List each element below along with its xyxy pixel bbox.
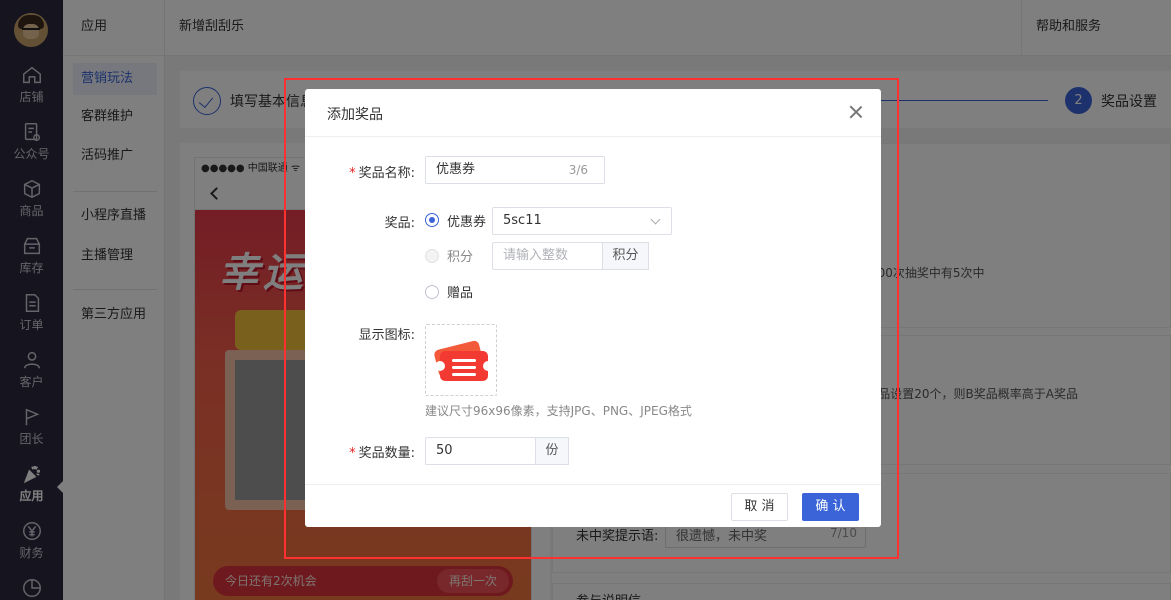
points-unit: 积分 <box>602 242 649 270</box>
dialog-title: 添加奖品 <box>327 107 383 123</box>
prize-name-counter: 3/6 <box>568 163 588 177</box>
radio-points-label[interactable]: 积分 <box>447 246 473 265</box>
cancel-button[interactable]: 取 消 <box>731 493 788 521</box>
prize-name-input[interactable]: 优惠券 3/6 <box>425 156 605 184</box>
icon-size-hint: 建议尺寸96x96像素，支持JPG、PNG、JPEG格式 <box>425 404 692 418</box>
prize-name-label: * 奖品名称: <box>349 166 415 181</box>
radio-coupon-label[interactable]: 优惠券 <box>447 211 486 230</box>
prize-type-label: 奖品: <box>384 216 415 231</box>
quantity-unit: 份 <box>535 437 569 465</box>
radio-gift-label[interactable]: 赠品 <box>447 282 473 301</box>
quantity-input[interactable]: 50 <box>425 437 536 465</box>
coupon-ticket-icon <box>434 340 493 381</box>
icon-field-label: 显示图标: <box>358 328 415 343</box>
dialog-footer: 取 消 确 认 <box>305 484 881 527</box>
chevron-down-icon <box>650 214 661 225</box>
close-icon[interactable] <box>849 105 863 119</box>
points-input[interactable]: 请输入整数 <box>492 242 603 270</box>
confirm-button[interactable]: 确 认 <box>802 493 859 521</box>
radio-gift[interactable] <box>425 285 439 299</box>
quantity-label: * 奖品数量: <box>349 446 415 461</box>
radio-points[interactable] <box>425 249 439 263</box>
add-prize-dialog: 添加奖品 * 奖品名称: 优惠券 3/6 奖品: 优惠券 5sc11 积分 请输入… <box>305 89 881 527</box>
radio-coupon[interactable] <box>425 213 439 227</box>
icon-upload[interactable] <box>425 324 497 396</box>
coupon-select[interactable]: 5sc11 <box>492 207 672 235</box>
